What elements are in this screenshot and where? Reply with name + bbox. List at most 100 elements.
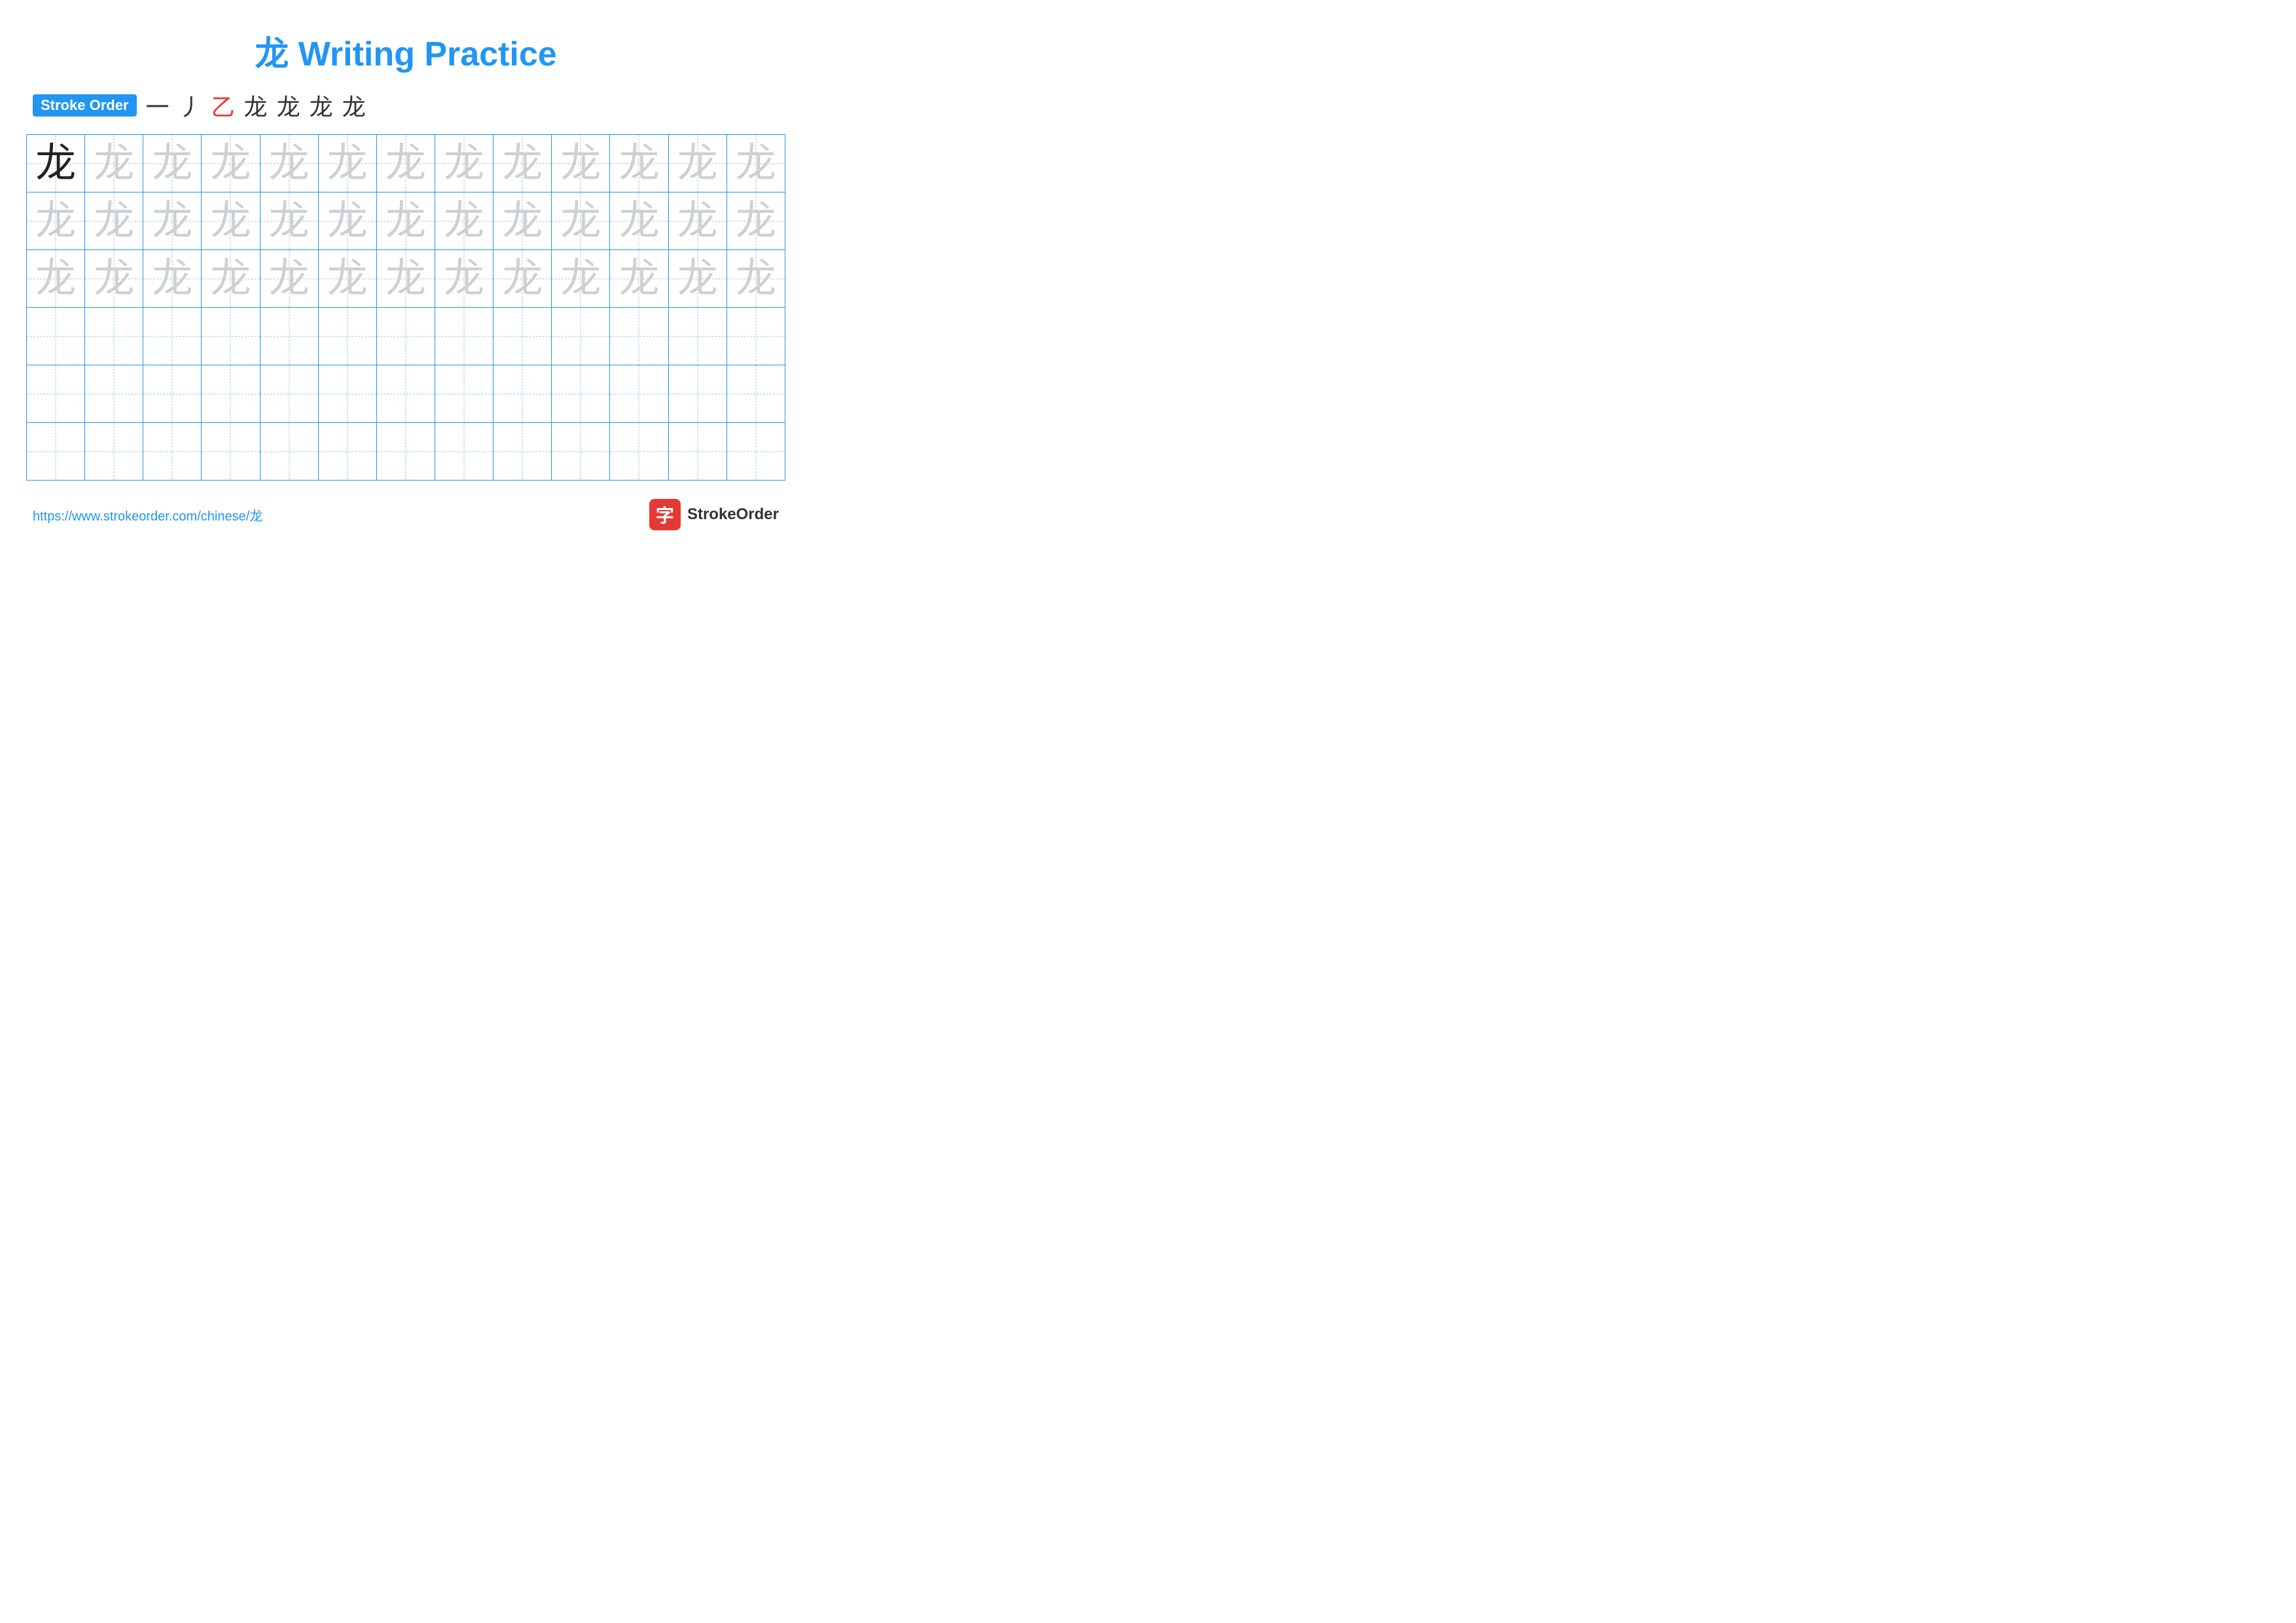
grid-cell[interactable]: 龙 [610, 135, 668, 192]
grid-cell[interactable]: 龙 [493, 135, 552, 192]
grid-cell[interactable]: 龙 [668, 250, 726, 308]
grid-cell[interactable] [726, 308, 785, 365]
grid-cell[interactable] [552, 423, 610, 481]
char-display: 龙 [327, 141, 368, 186]
char-display: 龙 [444, 199, 484, 244]
grid-cell[interactable] [435, 308, 493, 365]
grid-cell[interactable] [143, 308, 202, 365]
grid-cell[interactable]: 龙 [260, 250, 318, 308]
grid-cell[interactable] [27, 423, 85, 481]
grid-cell[interactable] [260, 423, 318, 481]
char-display: 龙 [152, 257, 192, 301]
grid-cell[interactable]: 龙 [202, 135, 260, 192]
grid-cell[interactable] [668, 423, 726, 481]
grid-cell[interactable] [143, 365, 202, 423]
grid-cell[interactable] [493, 365, 552, 423]
grid-cell[interactable] [610, 423, 668, 481]
char-display: 龙 [210, 257, 251, 301]
grid-cell[interactable]: 龙 [202, 192, 260, 250]
grid-cell[interactable] [726, 365, 785, 423]
grid-cell[interactable] [726, 423, 785, 481]
grid-cell[interactable]: 龙 [376, 135, 435, 192]
grid-cell[interactable]: 龙 [85, 135, 143, 192]
grid-cell[interactable]: 龙 [493, 250, 552, 308]
grid-cell[interactable] [376, 308, 435, 365]
grid-cell[interactable]: 龙 [726, 192, 785, 250]
char-display: 龙 [560, 141, 601, 186]
grid-cell[interactable] [27, 308, 85, 365]
grid-cell[interactable] [85, 423, 143, 481]
grid-cell[interactable]: 龙 [27, 192, 85, 250]
grid-cell[interactable] [435, 423, 493, 481]
grid-cell[interactable]: 龙 [552, 250, 610, 308]
grid-cell[interactable] [435, 365, 493, 423]
grid-cell[interactable]: 龙 [143, 192, 202, 250]
char-display: 龙 [677, 257, 718, 301]
grid-cell[interactable] [610, 308, 668, 365]
grid-cell[interactable]: 龙 [85, 192, 143, 250]
stroke-2: 丿 [179, 88, 202, 122]
grid-cell[interactable]: 龙 [376, 250, 435, 308]
grid-cell[interactable]: 龙 [493, 192, 552, 250]
grid-cell[interactable]: 龙 [668, 135, 726, 192]
grid-cell[interactable]: 龙 [260, 192, 318, 250]
grid-cell[interactable] [85, 365, 143, 423]
grid-cell[interactable]: 龙 [318, 135, 376, 192]
grid-cell[interactable]: 龙 [435, 192, 493, 250]
grid-cell[interactable] [260, 308, 318, 365]
grid-cell[interactable] [552, 308, 610, 365]
grid-cell[interactable]: 龙 [318, 192, 376, 250]
grid-cell[interactable]: 龙 [143, 135, 202, 192]
grid-cell[interactable] [318, 365, 376, 423]
grid-cell[interactable] [202, 423, 260, 481]
char-display: 龙 [502, 141, 543, 186]
grid-cell[interactable]: 龙 [376, 192, 435, 250]
grid-cell[interactable] [318, 308, 376, 365]
grid-cell[interactable] [552, 365, 610, 423]
grid-cell[interactable] [202, 308, 260, 365]
grid-cell[interactable]: 龙 [552, 192, 610, 250]
grid-cell[interactable] [668, 365, 726, 423]
grid-cell[interactable]: 龙 [610, 250, 668, 308]
grid-cell[interactable] [202, 365, 260, 423]
grid-cell[interactable]: 龙 [668, 192, 726, 250]
grid-cell[interactable]: 龙 [27, 250, 85, 308]
char-display: 龙 [560, 199, 601, 244]
grid-cell[interactable]: 龙 [318, 250, 376, 308]
char-display: 龙 [210, 141, 251, 186]
grid-cell[interactable] [318, 423, 376, 481]
char-display: 龙 [269, 257, 310, 301]
grid-cell[interactable]: 龙 [726, 135, 785, 192]
grid-cell[interactable] [376, 365, 435, 423]
grid-row-1: 龙 龙 龙 龙 龙 龙 龙 龙 龙 龙 龙 龙 龙 [27, 135, 785, 192]
grid-cell[interactable]: 龙 [27, 135, 85, 192]
logo-icon: 字 [649, 499, 681, 530]
grid-cell[interactable] [260, 365, 318, 423]
grid-cell[interactable] [493, 423, 552, 481]
grid-cell[interactable]: 龙 [202, 250, 260, 308]
grid-cell[interactable]: 龙 [435, 250, 493, 308]
char-display: 龙 [502, 257, 543, 301]
grid-cell[interactable]: 龙 [726, 250, 785, 308]
grid-cell[interactable] [668, 308, 726, 365]
grid-cell[interactable]: 龙 [260, 135, 318, 192]
grid-cell[interactable] [493, 308, 552, 365]
website-url[interactable]: https://www.strokeorder.com/chinese/龙 [33, 505, 262, 524]
char-display: 龙 [152, 199, 192, 244]
grid-cell[interactable]: 龙 [85, 250, 143, 308]
grid-cell[interactable] [27, 365, 85, 423]
char-display: 龙 [327, 199, 368, 244]
char-display: 龙 [736, 199, 776, 244]
grid-cell[interactable] [610, 365, 668, 423]
grid-cell[interactable]: 龙 [610, 192, 668, 250]
grid-cell[interactable] [85, 308, 143, 365]
grid-cell[interactable]: 龙 [143, 250, 202, 308]
grid-cell[interactable] [376, 423, 435, 481]
stroke-6: 龙 [310, 88, 333, 122]
grid-cell[interactable]: 龙 [435, 135, 493, 192]
stroke-order-row: Stroke Order 一 丿 乙 龙 龙 龙 龙 [26, 88, 785, 122]
char-display: 龙 [35, 141, 76, 186]
char-display: 龙 [736, 257, 776, 301]
grid-cell[interactable]: 龙 [552, 135, 610, 192]
grid-cell[interactable] [143, 423, 202, 481]
